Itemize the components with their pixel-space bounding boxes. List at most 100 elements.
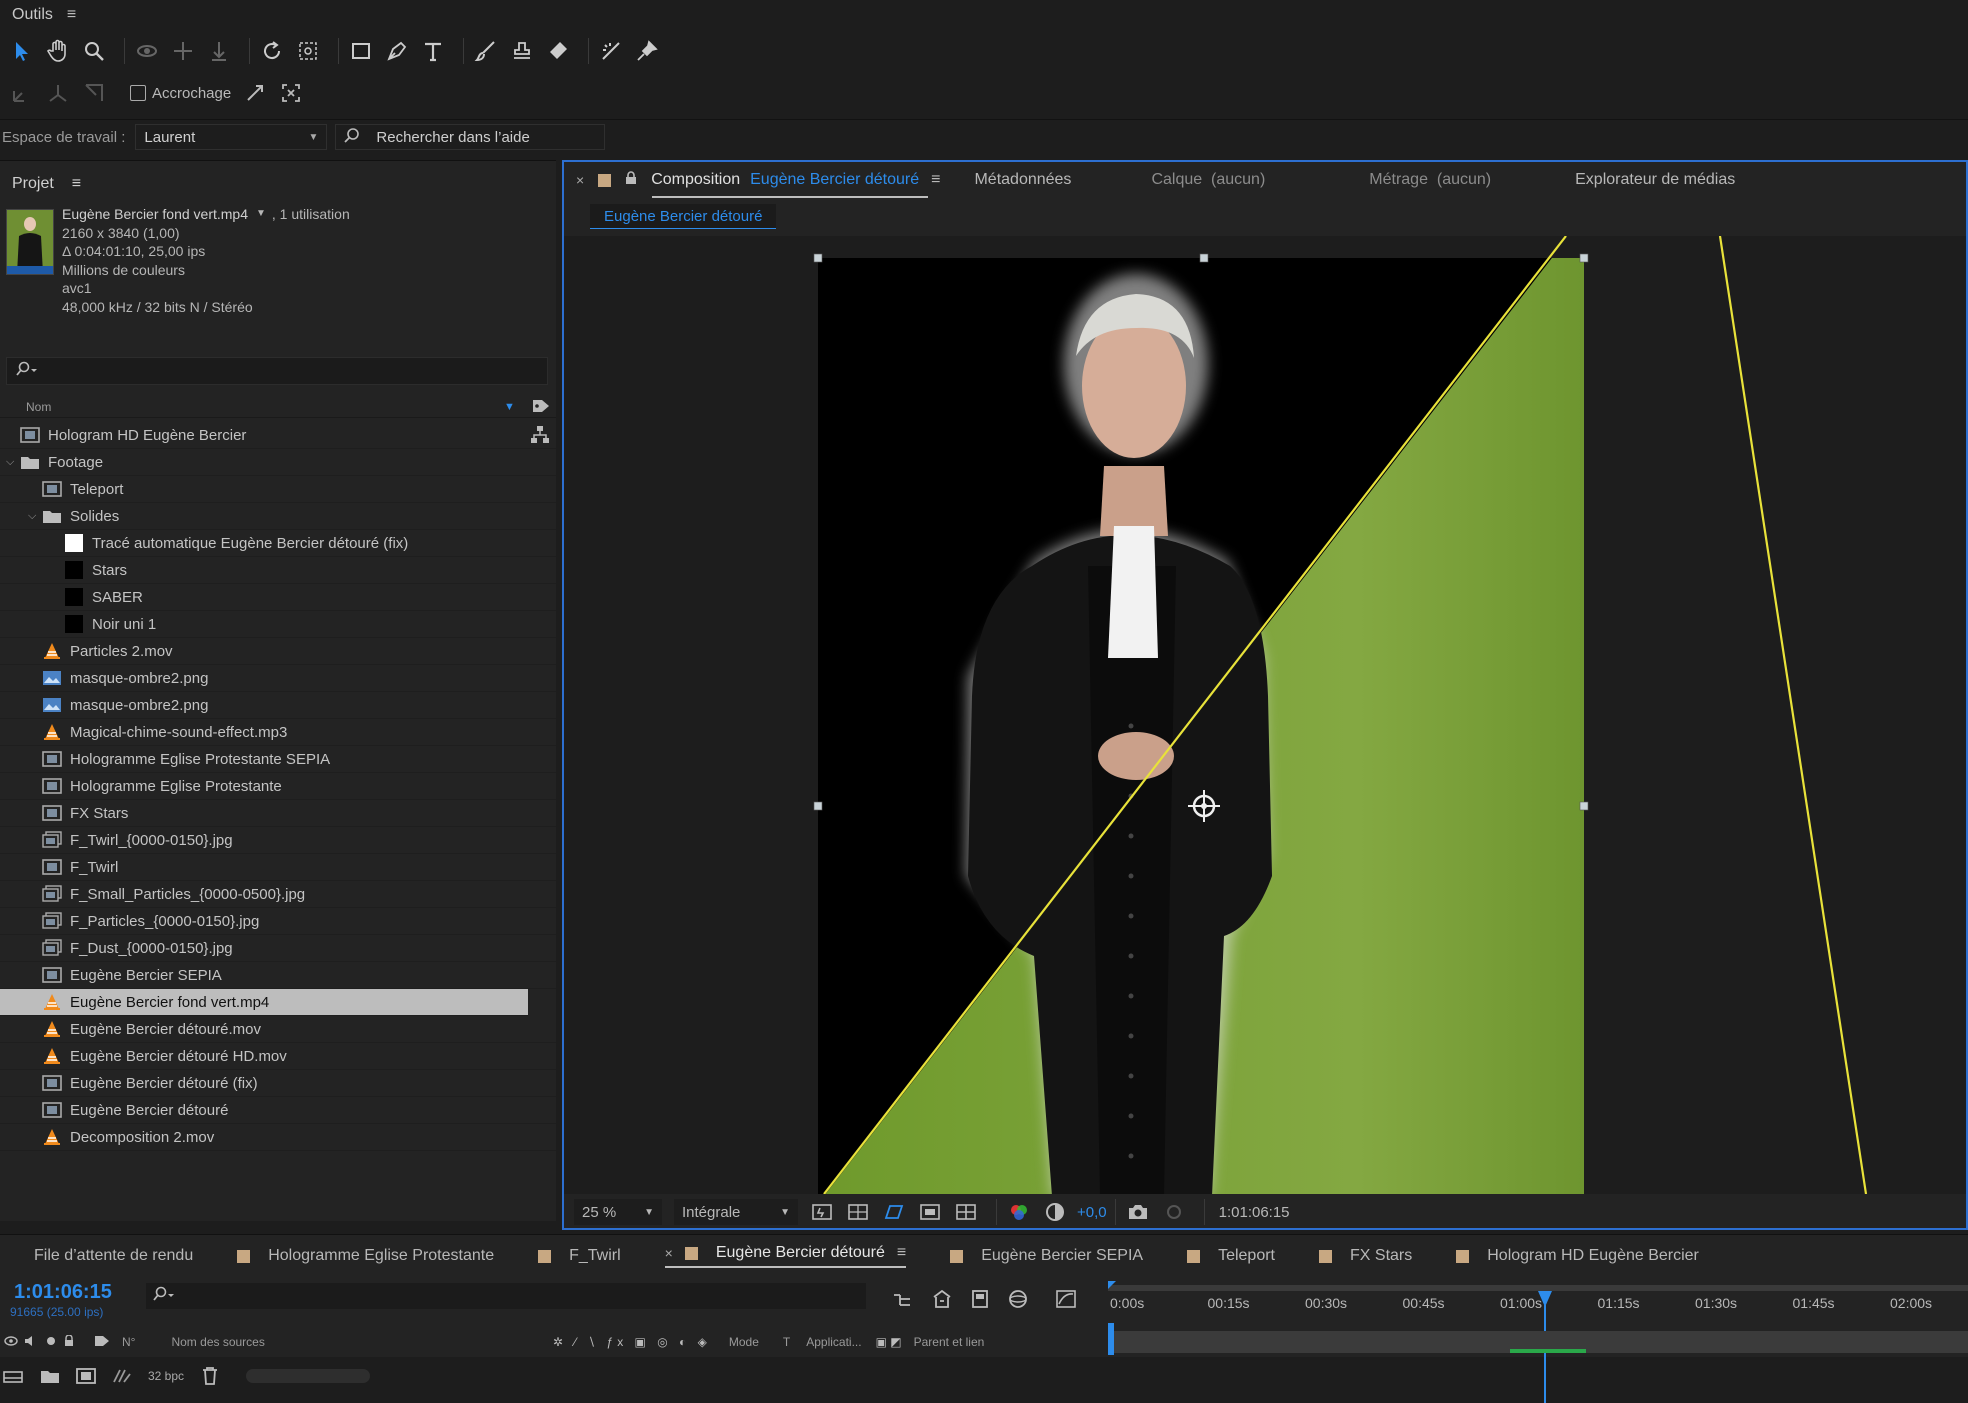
graph-editor-icon[interactable] — [1052, 1285, 1080, 1313]
label-tag-icon[interactable] — [532, 398, 550, 417]
shy-layers-icon[interactable] — [888, 1285, 916, 1313]
project-item[interactable]: F_Twirl — [0, 854, 556, 881]
pen-tool-icon[interactable] — [383, 37, 411, 65]
timeline-tab[interactable]: FX Stars — [1319, 1247, 1412, 1265]
timeline-track-area[interactable] — [1108, 1331, 1968, 1353]
composition-viewer[interactable] — [564, 236, 1966, 1194]
sort-arrow-icon[interactable]: ▼ — [504, 401, 515, 413]
viewer-timecode[interactable]: 1:01:06:15 — [1219, 1204, 1290, 1221]
project-item[interactable]: ⌵ Footage — [0, 449, 556, 476]
snap-checkbox[interactable] — [130, 85, 146, 101]
rectangle-tool-icon[interactable] — [347, 37, 375, 65]
disclosure-triangle-icon[interactable]: ⌵ — [28, 510, 42, 523]
panel-menu-icon[interactable]: ≡ — [897, 1244, 906, 1262]
project-item[interactable]: F_Particles_{0000-0150}.jpg — [0, 908, 556, 935]
project-item[interactable]: Eugène Bercier détouré HD.mov — [0, 1043, 556, 1070]
label-tag-icon[interactable] — [94, 1334, 110, 1351]
project-item[interactable]: Hologramme Eglise Protestante SEPIA — [0, 746, 556, 773]
eraser-tool-icon[interactable] — [544, 37, 572, 65]
show-snapshot-icon[interactable] — [1160, 1198, 1188, 1226]
timeline-tab[interactable]: File d’attente de rendu — [34, 1247, 193, 1265]
trash-icon[interactable] — [196, 1362, 224, 1390]
close-icon[interactable]: × — [665, 1245, 673, 1261]
region-of-interest-icon[interactable] — [916, 1198, 944, 1226]
clone-stamp-tool-icon[interactable] — [508, 37, 536, 65]
transparency-grid-icon[interactable] — [844, 1198, 872, 1226]
flowchart-icon[interactable] — [530, 425, 550, 450]
project-item[interactable]: Hologram HD Eugène Bercier — [0, 422, 556, 449]
project-item[interactable]: Magical-chime-sound-effect.mp3 — [0, 719, 556, 746]
selection-tool-icon[interactable] — [8, 37, 36, 65]
snap-edges-icon[interactable] — [241, 79, 269, 107]
timeline-tab[interactable]: Hologramme Eglise Protestante — [237, 1247, 494, 1265]
project-item[interactable]: F_Twirl_{0000-0150}.jpg — [0, 827, 556, 854]
project-item[interactable]: Stars — [0, 557, 556, 584]
panel-menu-icon[interactable]: ≡ — [72, 175, 81, 193]
project-item[interactable]: F_Dust_{0000-0150}.jpg — [0, 935, 556, 962]
col-parent[interactable]: Parent et lien — [914, 1335, 985, 1349]
motion-blur-icon[interactable] — [966, 1285, 994, 1313]
timeline-tab[interactable]: F_Twirl — [538, 1247, 621, 1265]
col-source-name[interactable]: Nom des sources — [171, 1335, 264, 1349]
disclosure-triangle-icon[interactable]: ⌵ — [6, 456, 20, 469]
project-item[interactable]: Eugène Bercier détouré.mov — [0, 1016, 556, 1043]
close-icon[interactable]: × — [576, 172, 584, 188]
workspace-dropdown[interactable]: Laurent ▼ — [135, 124, 328, 150]
tab-footage[interactable]: Métrage (aucun) — [1369, 171, 1491, 189]
video-toggle-icon[interactable] — [4, 1335, 18, 1350]
zoom-dropdown[interactable]: 25 % ▼ — [574, 1199, 662, 1225]
timeline-timecode[interactable]: 1:01:06:15 — [14, 1281, 112, 1304]
col-mode[interactable]: Mode — [729, 1335, 759, 1349]
reset-exposure-icon[interactable] — [1041, 1198, 1069, 1226]
hand-tool-icon[interactable] — [44, 37, 72, 65]
col-application[interactable]: Applicati... — [806, 1335, 861, 1349]
col-number[interactable]: N° — [122, 1335, 135, 1349]
frame-blending-icon[interactable] — [928, 1285, 956, 1313]
project-item[interactable]: FX Stars — [0, 800, 556, 827]
new-folder-icon[interactable] — [36, 1362, 64, 1390]
project-search-input[interactable] — [6, 357, 548, 385]
draft-3d-icon[interactable] — [1004, 1285, 1032, 1313]
interpret-footage-icon[interactable] — [0, 1362, 28, 1390]
project-item[interactable]: Teleport — [0, 476, 556, 503]
resolution-dropdown[interactable]: Intégrale ▼ — [674, 1199, 798, 1225]
help-search-input[interactable]: Rechercher dans l’aide — [335, 124, 606, 150]
project-item[interactable]: Noir uni 1 — [0, 611, 556, 638]
brush-tool-icon[interactable] — [472, 37, 500, 65]
timeline-tab[interactable]: Hologram HD Eugène Bercier — [1456, 1247, 1699, 1265]
solo-toggle-icon[interactable] — [46, 1335, 56, 1349]
panel-menu-icon[interactable]: ≡ — [67, 6, 76, 24]
zoom-tool-icon[interactable] — [80, 37, 108, 65]
project-item[interactable]: Eugène Bercier détouré — [0, 1097, 556, 1124]
project-item[interactable]: Tracé automatique Eugène Bercier détouré… — [0, 530, 556, 557]
lock-icon[interactable] — [625, 170, 637, 190]
snapshot-camera-icon[interactable] — [1124, 1198, 1152, 1226]
usage-dropdown-icon[interactable]: ▼ — [256, 205, 266, 224]
work-area-start-icon[interactable] — [1108, 1281, 1116, 1289]
channels-icon[interactable] — [1005, 1198, 1033, 1226]
dolly-camera-icon[interactable] — [205, 37, 233, 65]
project-item[interactable]: ⌵ Solides — [0, 503, 556, 530]
tab-media-browser[interactable]: Explorateur de médias — [1575, 171, 1735, 189]
project-item[interactable]: masque-ombre2.png — [0, 665, 556, 692]
roto-brush-tool-icon[interactable] — [597, 37, 625, 65]
orbit-camera-icon[interactable] — [133, 37, 161, 65]
column-name-label[interactable]: Nom — [26, 400, 51, 414]
project-item[interactable]: Hologramme Eglise Protestante — [0, 773, 556, 800]
text-tool-icon[interactable] — [419, 37, 447, 65]
project-settings-icon[interactable] — [108, 1362, 136, 1390]
new-composition-icon[interactable] — [72, 1362, 100, 1390]
project-scrollbar[interactable] — [246, 1369, 371, 1383]
fast-preview-icon[interactable] — [808, 1198, 836, 1226]
project-item[interactable]: Decomposition 2.mov — [0, 1124, 556, 1151]
project-item[interactable]: Eugène Bercier fond vert.mp4 — [0, 989, 528, 1016]
project-item[interactable]: Particles 2.mov — [0, 638, 556, 665]
axis-local-icon[interactable] — [8, 79, 36, 107]
pan-camera-icon[interactable] — [169, 37, 197, 65]
project-item[interactable]: Eugène Bercier détouré (fix) — [0, 1070, 556, 1097]
comp-navigator-tab[interactable]: Eugène Bercier détouré — [590, 204, 777, 229]
snap-features-icon[interactable] — [277, 79, 305, 107]
puppet-pin-tool-icon[interactable] — [633, 37, 661, 65]
project-item[interactable]: Eugène Bercier SEPIA — [0, 962, 556, 989]
lock-toggle-icon[interactable] — [64, 1333, 74, 1350]
